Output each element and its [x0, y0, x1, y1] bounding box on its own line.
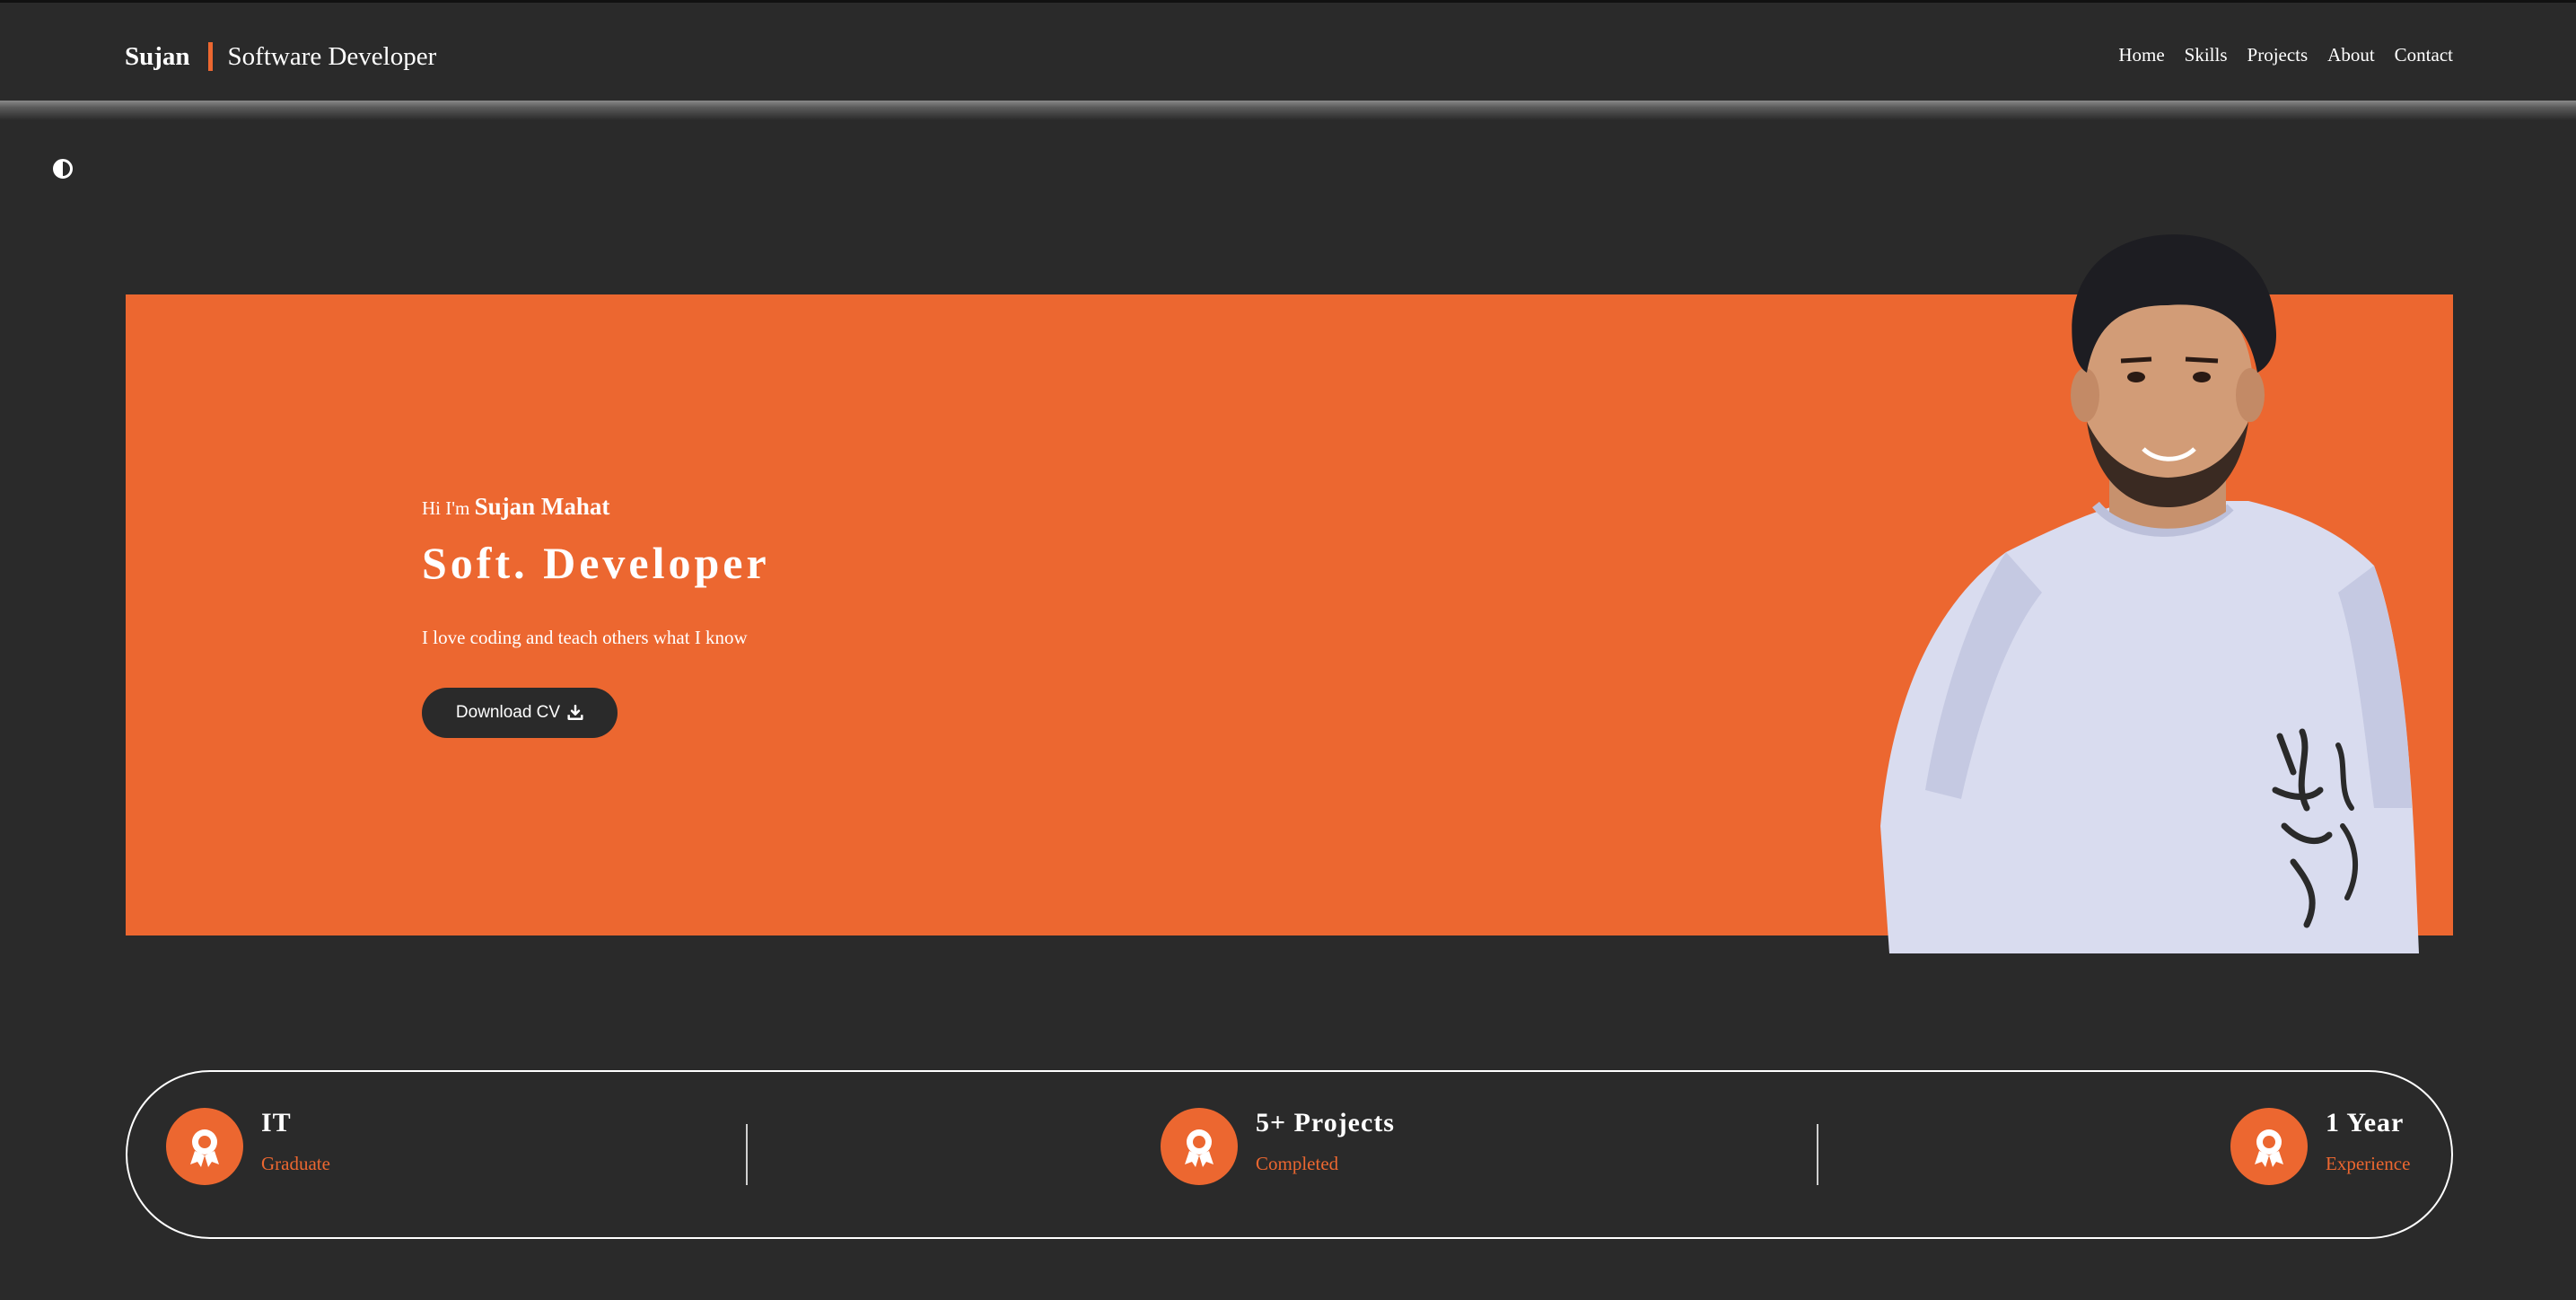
nav-contact[interactable]: Contact — [2395, 44, 2453, 66]
stat-divider — [746, 1124, 748, 1185]
header-shadow — [0, 101, 2576, 120]
hero-tagline: I love coding and teach others what I kn… — [422, 627, 748, 648]
stat-subtitle: Experience — [2326, 1153, 2411, 1174]
stat-subtitle: Graduate — [261, 1153, 330, 1174]
brand-divider — [207, 42, 213, 71]
nav-home[interactable]: Home — [2118, 44, 2164, 66]
download-icon — [567, 705, 583, 720]
brand-role: Software Developer — [227, 41, 437, 71]
hero-greeting: Hi I'm Sujan Mahat — [422, 493, 609, 521]
stat-subtitle: Completed — [1256, 1153, 1339, 1174]
award-ribbon-icon — [1161, 1108, 1238, 1185]
main-nav: Home Skills Projects About Contact — [2118, 44, 2453, 66]
nav-skills[interactable]: Skills — [2185, 44, 2228, 66]
stat-title: 1 Year — [2326, 1108, 2405, 1138]
hero-title: Soft. Developer — [422, 538, 770, 588]
award-ribbon-icon — [2230, 1108, 2308, 1185]
download-cv-button[interactable]: Download CV — [422, 688, 618, 738]
portfolio-page: Sujan Software Developer Home Skills Pro… — [0, 0, 2576, 1300]
stat-title: IT — [261, 1108, 292, 1138]
award-ribbon-icon — [166, 1108, 243, 1185]
nav-projects[interactable]: Projects — [2247, 44, 2309, 66]
theme-toggle-icon[interactable] — [53, 159, 73, 179]
greeting-prefix: Hi I'm — [422, 497, 470, 519]
stats-bar: IT Graduate 5+ Projects Completed 1 Year… — [126, 1070, 2453, 1239]
site-header: Sujan Software Developer Home Skills Pro… — [0, 0, 2576, 106]
greeting-name: Sujan Mahat — [474, 493, 610, 520]
nav-about[interactable]: About — [2327, 44, 2375, 66]
download-cv-label: Download CV — [455, 703, 561, 722]
portrait-photo — [1880, 234, 2419, 953]
brand[interactable]: Sujan Software Developer — [125, 39, 436, 75]
brand-name: Sujan — [125, 41, 190, 71]
stat-title: 5+ Projects — [1256, 1108, 1395, 1138]
stat-divider — [1817, 1124, 1818, 1185]
